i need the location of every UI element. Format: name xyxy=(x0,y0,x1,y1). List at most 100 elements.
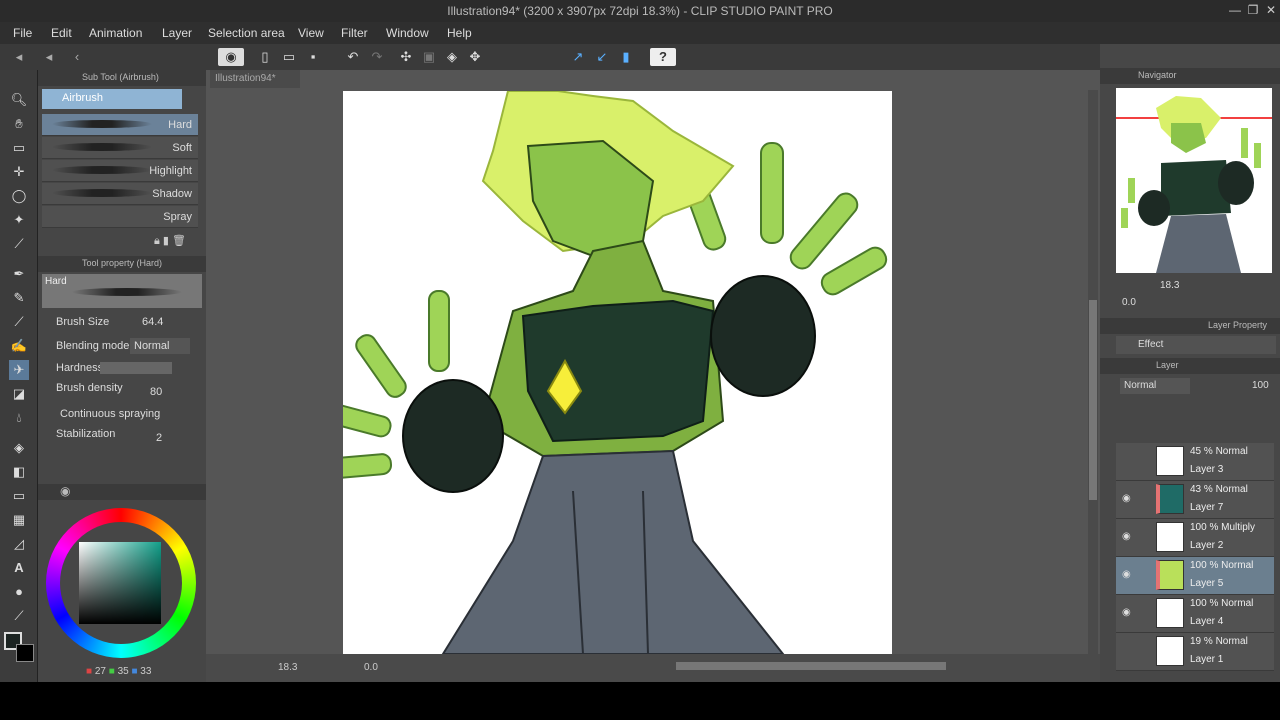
eraser-tool-icon[interactable]: ◪ xyxy=(9,384,29,404)
menu-filter[interactable]: Filter xyxy=(341,26,368,40)
snap-grid-icon[interactable]: ▮ xyxy=(617,48,635,66)
saturation-value-box[interactable] xyxy=(79,542,161,624)
brush-density-value[interactable]: 80 xyxy=(150,386,162,398)
panel-collapse-icon[interactable]: ◂ xyxy=(10,48,28,66)
blend-icon[interactable]: 💧︎ xyxy=(9,408,29,428)
subtool-group-airbrush[interactable]: Airbrush xyxy=(42,89,182,109)
brush-item-spray[interactable]: Spray xyxy=(42,206,198,228)
brush-density-row[interactable]: Brush density 80 xyxy=(56,382,206,402)
operation-icon[interactable]: ▭ xyxy=(9,138,29,158)
new-file-icon[interactable]: ▯ xyxy=(256,48,274,66)
layer-row[interactable]: ◉ 100 % Multiply Layer 2 xyxy=(1116,519,1274,557)
sub-color-swatch[interactable] xyxy=(16,644,34,662)
eye-icon[interactable]: ◉ xyxy=(1122,531,1134,543)
hardness-slider[interactable] xyxy=(100,362,172,374)
menu-animation[interactable]: Animation xyxy=(89,26,142,40)
layer-row[interactable]: ◉ 43 % Normal Layer 7 xyxy=(1116,481,1274,519)
drawing-canvas[interactable] xyxy=(343,91,892,654)
effect-row[interactable]: Effect xyxy=(1116,336,1276,354)
brush-item-hard[interactable]: Hard xyxy=(42,114,198,136)
figure-icon[interactable]: ▭ xyxy=(9,486,29,506)
zoom-readout[interactable]: 18.3 xyxy=(278,662,297,673)
eye-icon[interactable]: ◉ xyxy=(1122,607,1134,619)
airbrush-icon[interactable]: ✈ xyxy=(9,360,29,380)
redo-icon[interactable]: ↷ xyxy=(368,48,386,66)
navigator-angle[interactable]: 0.0 xyxy=(1122,297,1136,308)
clear-icon[interactable]: ✣ xyxy=(397,48,415,66)
hardness-row[interactable]: Hardness xyxy=(56,362,206,382)
tool-strip: 🔍︎ ✋︎ ▭ ✛ ◯ ✦ ⟋ ✒ ✎ ⟋ ✍ ✈ ◪ 💧︎ ◈ ◧ ▭ ▦ ◿… xyxy=(0,70,38,682)
color-wheel[interactable] xyxy=(46,508,196,658)
horizontal-scroll-thumb[interactable] xyxy=(676,662,946,670)
navigator-zoom[interactable]: 18.3 xyxy=(1160,280,1179,291)
layer-blend-mode-select[interactable]: Normal xyxy=(1120,378,1190,394)
continuous-spraying-row[interactable]: Continuous spraying xyxy=(60,408,210,428)
menu-file[interactable]: File xyxy=(13,26,32,40)
menu-help[interactable]: Help xyxy=(447,26,472,40)
layer-thumbnail xyxy=(1156,484,1184,514)
brush-size-row[interactable]: Brush Size 64.4 xyxy=(56,316,206,336)
menu-selection-area[interactable]: Selection area xyxy=(208,26,285,40)
layer-row[interactable]: ◉ 100 % Normal Layer 4 xyxy=(1116,595,1274,633)
eye-icon[interactable]: ◉ xyxy=(1122,569,1134,581)
hand-icon[interactable]: ✋︎ xyxy=(9,114,29,134)
layer-row[interactable]: ◉ 100 % Normal Layer 5 xyxy=(1116,557,1274,595)
stabilization-row[interactable]: Stabilization 2 xyxy=(56,428,206,448)
balloon-icon[interactable]: ● xyxy=(9,582,29,602)
help-icon[interactable]: ? xyxy=(650,48,676,66)
snap-ruler-icon[interactable]: ↗ xyxy=(569,48,587,66)
eyedropper-icon[interactable]: ⟋ xyxy=(9,234,29,254)
fit-icon[interactable]: ✥ xyxy=(466,48,484,66)
ruler-icon[interactable]: ◿ xyxy=(9,534,29,554)
vertical-scroll-thumb[interactable] xyxy=(1089,300,1097,500)
menu-edit[interactable]: Edit xyxy=(51,26,72,40)
text-icon[interactable]: A xyxy=(9,558,29,578)
panel-arrow-icon[interactable]: ◂ xyxy=(40,48,58,66)
move-icon[interactable]: ✛ xyxy=(9,162,29,182)
correct-line-icon[interactable]: ⟋ xyxy=(9,606,29,626)
pencil-icon[interactable]: ✎ xyxy=(9,288,29,308)
layer-mode: 43 % Normal xyxy=(1190,484,1248,495)
brush-item-highlight[interactable]: Highlight xyxy=(42,160,198,182)
gradient-icon[interactable]: ◧ xyxy=(9,462,29,482)
layer-property-header: Layer Property xyxy=(1100,318,1280,334)
panel-arrow-left-icon[interactable]: ‹ xyxy=(68,48,86,66)
maximize-button[interactable]: ❐ xyxy=(1244,2,1262,18)
minimize-button[interactable]: — xyxy=(1226,2,1244,18)
pen-icon[interactable]: ✒ xyxy=(9,264,29,284)
blending-mode-row[interactable]: Blending mode Normal xyxy=(56,338,206,360)
undo-icon[interactable]: ↶ xyxy=(344,48,362,66)
transform-icon[interactable]: ▣ xyxy=(420,48,438,66)
canvas-vertical-scrollbar[interactable] xyxy=(1088,90,1098,660)
subtool-actions-icon[interactable]: 🔒︎ ▮ 🗑︎ xyxy=(154,234,186,248)
eye-icon[interactable]: ◉ xyxy=(1122,493,1134,505)
brush-item-shadow[interactable]: Shadow xyxy=(42,183,198,205)
menu-layer[interactable]: Layer xyxy=(162,26,192,40)
blending-mode-select[interactable]: Normal xyxy=(130,338,190,354)
eraser-icon[interactable]: ◈ xyxy=(443,48,461,66)
brush-icon[interactable]: ⟋ xyxy=(9,312,29,332)
selection-icon[interactable]: ◯ xyxy=(9,186,29,206)
save-icon[interactable]: ▪ xyxy=(304,48,322,66)
frame-icon[interactable]: ▦ xyxy=(9,510,29,530)
decoration-icon[interactable]: ✍ xyxy=(9,336,29,356)
brush-item-soft[interactable]: Soft xyxy=(42,137,198,159)
menu-window[interactable]: Window xyxy=(386,26,429,40)
snap-special-icon[interactable]: ↙ xyxy=(593,48,611,66)
color-wheel-tab-icon[interactable]: ◉ xyxy=(60,484,70,498)
layer-opacity-value[interactable]: 100 xyxy=(1252,380,1269,391)
document-tab[interactable]: Illustration94* xyxy=(210,70,300,88)
fill-icon[interactable]: ◈ xyxy=(9,438,29,458)
close-button[interactable]: ✕ xyxy=(1262,2,1280,18)
layer-row[interactable]: 19 % Normal Layer 1 xyxy=(1116,633,1274,671)
brush-size-value[interactable]: 64.4 xyxy=(142,316,163,328)
clip-studio-icon[interactable]: ◉ xyxy=(218,48,244,66)
auto-select-icon[interactable]: ✦ xyxy=(9,210,29,230)
navigator-thumbnail[interactable] xyxy=(1116,88,1272,273)
layer-row[interactable]: 45 % Normal Layer 3 xyxy=(1116,443,1274,481)
menu-view[interactable]: View xyxy=(298,26,324,40)
stabilization-value[interactable]: 2 xyxy=(156,432,162,444)
zoom-icon[interactable]: 🔍︎ xyxy=(9,90,29,110)
angle-readout[interactable]: 0.0 xyxy=(364,662,378,673)
open-file-icon[interactable]: ▭ xyxy=(280,48,298,66)
